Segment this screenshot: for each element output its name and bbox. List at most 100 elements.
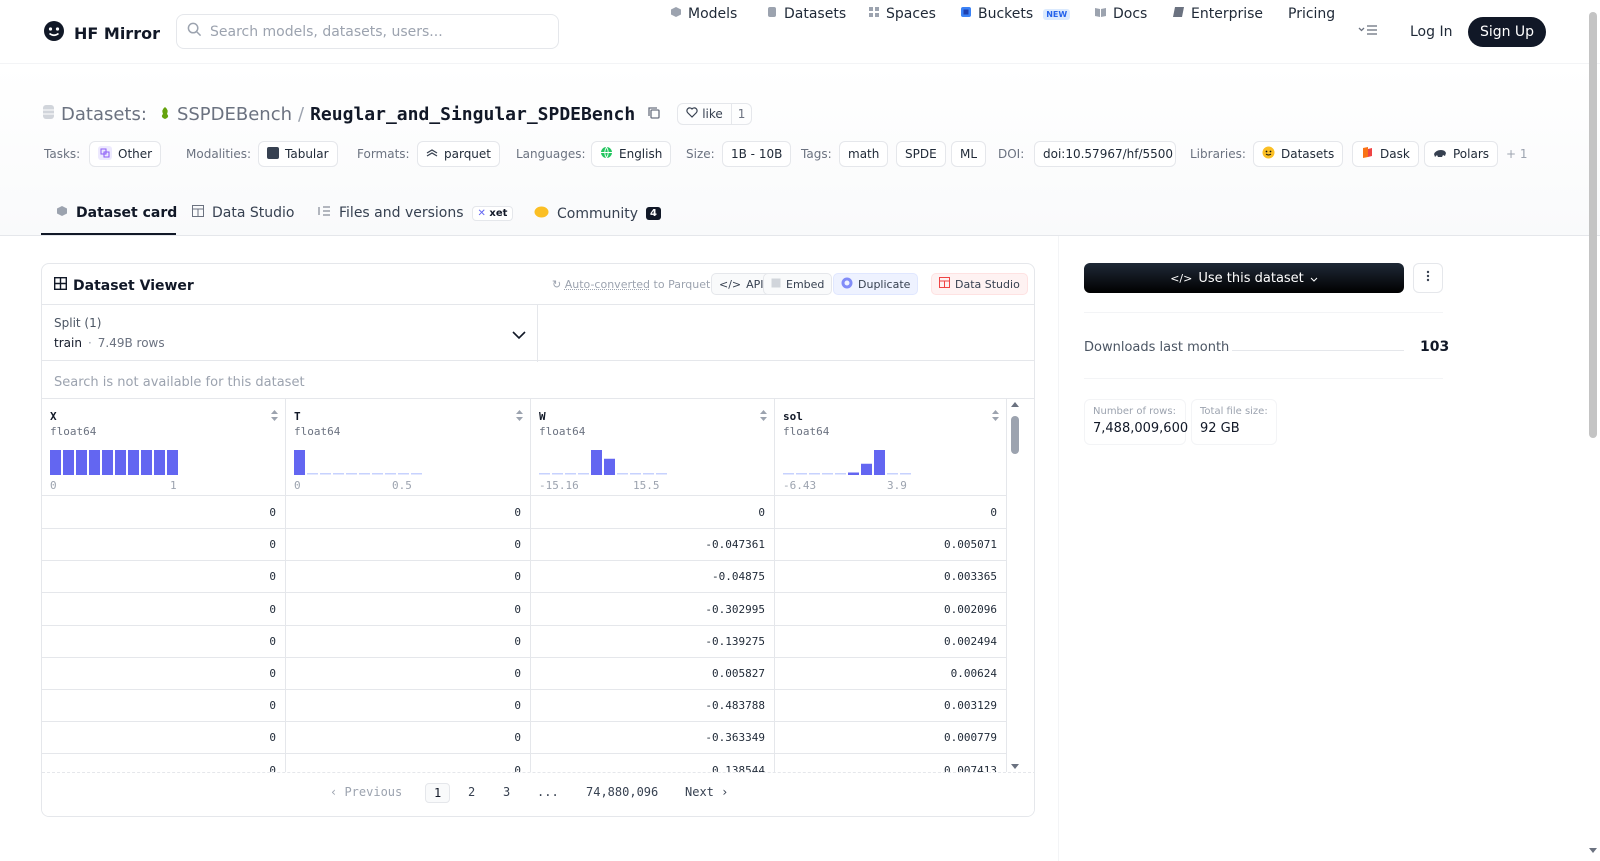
page-scrollbar[interactable] [1586, 0, 1600, 861]
nav-spaces[interactable]: Spaces [868, 6, 936, 22]
tag-task-other[interactable]: Other [89, 141, 162, 167]
column-header-sol[interactable]: sol float64 -6.43 3.9 [775, 399, 1007, 496]
duplicate-button[interactable]: Duplicate [833, 273, 919, 295]
table-cell[interactable]: 0.00624 [775, 657, 1007, 690]
more-menu-button[interactable] [1358, 24, 1378, 40]
column-header-t[interactable]: Tfloat64 0 0.5 [286, 399, 531, 496]
pagination-page-3[interactable]: 3 [503, 785, 510, 799]
nav-docs[interactable]: Docs [1094, 6, 1147, 22]
tab-data-studio[interactable]: Data Studio [192, 205, 294, 221]
table-cell[interactable]: 0 [286, 528, 531, 562]
auto-converted-link[interactable]: Auto-converted [565, 278, 650, 291]
use-this-dataset-button[interactable]: </> Use this dataset [1084, 263, 1404, 293]
table-cell[interactable]: -0.363349 [531, 721, 775, 755]
tag-spde[interactable]: SPDE [896, 141, 946, 167]
column-histogram[interactable] [50, 449, 180, 475]
like-button[interactable]: like 1 [677, 103, 753, 125]
table-scrollbar[interactable] [1008, 398, 1022, 778]
column-header-w[interactable]: Wfloat64 -15.16 15.5 [531, 399, 775, 496]
column-histogram[interactable] [294, 449, 424, 475]
table-cell[interactable]: 0.005827 [531, 657, 775, 690]
table-cell[interactable]: -0.139275 [531, 624, 775, 658]
sort-icon[interactable] [515, 409, 524, 426]
pagination-previous[interactable]: ‹ Previous [330, 785, 402, 799]
sort-icon[interactable] [759, 409, 768, 426]
tab-files-and-versions[interactable]: Files and versions ✕ xet [318, 205, 514, 221]
table-row[interactable]: 0 0 -0.047361 0.005071 [42, 528, 1007, 562]
table-row[interactable]: 0 0 -0.302995 0.002096 [42, 592, 1007, 626]
table-cell[interactable]: -0.04875 [531, 560, 775, 594]
tab-community[interactable]: Community 4 [534, 205, 661, 222]
sort-icon[interactable] [991, 409, 1000, 426]
column-histogram[interactable] [539, 449, 669, 475]
table-cell[interactable]: 0.002494 [775, 624, 1007, 658]
table-cell[interactable]: -0.302995 [531, 592, 775, 626]
table-cell[interactable]: 0.002096 [775, 592, 1007, 626]
tag-library-datasets[interactable]: Datasets [1253, 141, 1344, 167]
more-options-button[interactable] [1413, 263, 1443, 293]
copy-icon[interactable] [647, 104, 661, 125]
column-histogram[interactable] [783, 449, 913, 475]
table-cell[interactable]: 0.003365 [775, 560, 1007, 594]
embed-button[interactable]: Embed [763, 273, 833, 295]
pagination-page-2[interactable]: 2 [468, 785, 475, 799]
nav-enterprise[interactable]: Enterprise [1172, 6, 1263, 22]
table-cell[interactable]: 0 [286, 721, 531, 755]
search-box[interactable] [176, 14, 559, 49]
pagination-page-1[interactable]: 1 [425, 783, 451, 803]
table-row[interactable]: 0 0 -0.363349 0.000779 [42, 721, 1007, 755]
repo-owner-link[interactable]: SSPDEBench [177, 104, 292, 125]
signup-button[interactable]: Sign Up [1468, 17, 1546, 47]
tag-doi[interactable]: doi:10.57967/hf/5500 [1034, 141, 1176, 167]
sort-icon[interactable] [270, 409, 279, 426]
table-cell[interactable]: 0 [286, 592, 531, 626]
tag-modality-tabular[interactable]: Tabular [258, 141, 338, 167]
table-row[interactable]: 0 0 -0.483788 0.003129 [42, 689, 1007, 723]
nav-models[interactable]: Models [670, 6, 737, 22]
table-cell[interactable]: 0 [42, 560, 286, 594]
nav-datasets[interactable]: Datasets [766, 6, 846, 22]
split-select[interactable]: Split (1) train · 7.49B rows [42, 305, 538, 362]
table-cell[interactable]: 0.005071 [775, 528, 1007, 562]
table-row[interactable]: 0 0 0.005827 0.00624 [42, 657, 1007, 690]
table-cell[interactable]: -0.483788 [531, 689, 775, 723]
tag-language-english[interactable]: English [591, 141, 672, 167]
nav-pricing[interactable]: Pricing [1288, 6, 1335, 22]
table-cell[interactable]: -0.047361 [531, 528, 775, 562]
nav-buckets[interactable]: Buckets NEW [960, 6, 1071, 22]
table-cell[interactable]: 0 [286, 624, 531, 658]
tag-size[interactable]: 1B - 10B [722, 141, 792, 167]
search-input[interactable] [210, 23, 540, 40]
logo[interactable]: HF Mirror [42, 19, 160, 47]
table-cell[interactable]: 0 [42, 721, 286, 755]
tag-library-polars[interactable]: Polars [1424, 141, 1499, 167]
table-row[interactable]: 0 0 -0.139275 0.002494 [42, 624, 1007, 658]
tag-format-parquet[interactable]: parquet [417, 141, 501, 167]
tag-ml[interactable]: ML [951, 141, 987, 167]
table-cell[interactable]: 0 [42, 528, 286, 562]
table-cell[interactable]: 0 [286, 560, 531, 594]
table-cell[interactable]: 0 [42, 689, 286, 723]
table-row[interactable]: 0000 [42, 496, 1007, 529]
pagination-next[interactable]: Next › [685, 785, 728, 799]
tab-dataset-card[interactable]: Dataset card [56, 205, 177, 221]
table-cell[interactable]: 0 [286, 657, 531, 690]
login-link[interactable]: Log In [1410, 24, 1452, 40]
more-libraries[interactable]: + 1 [1506, 147, 1528, 161]
tag-library-dask[interactable]: Dask [1352, 141, 1419, 167]
table-cell[interactable]: 0 [42, 624, 286, 658]
table-cell[interactable]: 0 [42, 657, 286, 690]
table-cell[interactable]: 0 [286, 496, 531, 529]
table-cell[interactable]: 0 [286, 689, 531, 723]
table-cell[interactable]: 0 [42, 496, 286, 529]
table-cell[interactable]: 0 [42, 592, 286, 626]
tag-math[interactable]: math [839, 141, 889, 167]
table-row[interactable]: 0 0 -0.04875 0.003365 [42, 560, 1007, 594]
column-header-x[interactable]: Xfloat64 0 1 [42, 399, 286, 496]
data-studio-button[interactable]: Data Studio [931, 273, 1028, 295]
table-cell[interactable]: 0 [775, 496, 1007, 529]
table-cell[interactable]: 0.003129 [775, 689, 1007, 723]
pagination-last-page[interactable]: 74,880,096 [586, 785, 658, 799]
table-cell[interactable]: 0 [531, 496, 775, 529]
table-cell[interactable]: 0.000779 [775, 721, 1007, 755]
